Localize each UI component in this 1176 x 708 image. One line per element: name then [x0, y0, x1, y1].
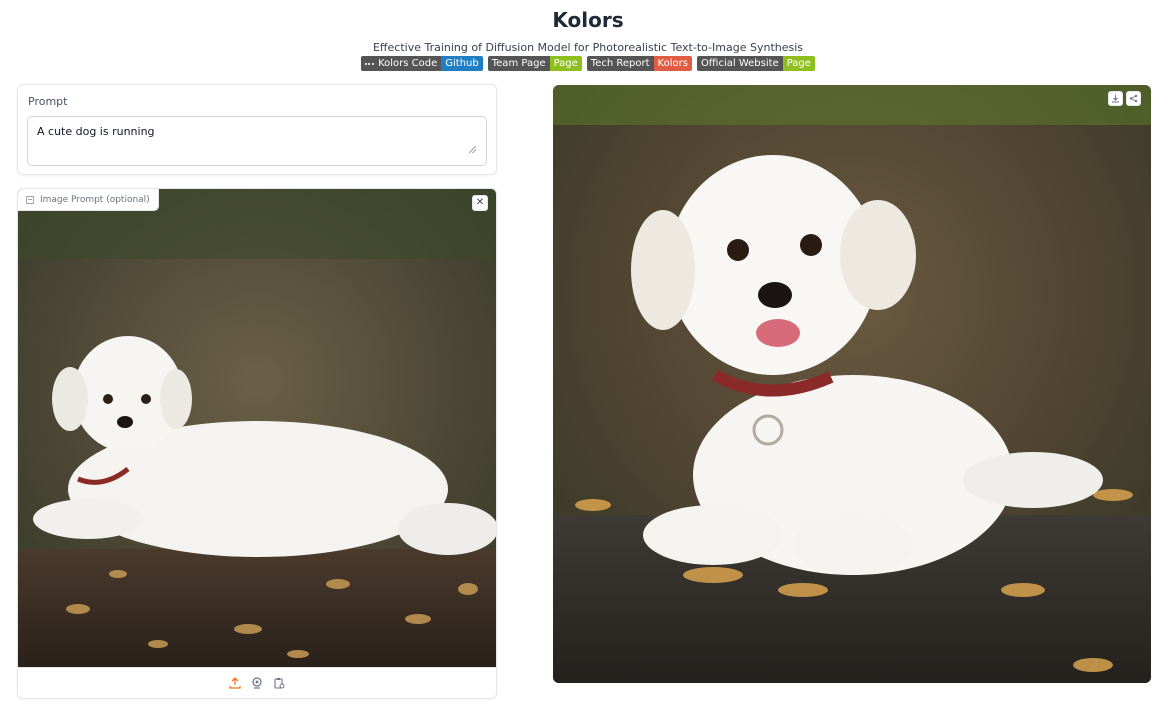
share-icon[interactable] [1126, 91, 1141, 106]
image-prompt-label-text: Image Prompt (optional) [40, 194, 150, 205]
image-icon [26, 195, 34, 204]
image-prompt-panel: Image Prompt (optional) ✕ [17, 188, 497, 699]
close-icon[interactable]: ✕ [472, 195, 488, 211]
badge-value: Kolors [653, 56, 692, 71]
team-page-badge[interactable]: Team Page Page [487, 56, 582, 71]
badge-value: Page [549, 56, 582, 71]
badge-label: Official Website [696, 56, 783, 71]
badge-value: Github [441, 56, 483, 71]
badge-label: Tech Report [586, 56, 654, 71]
badge-label: Team Page [487, 56, 550, 71]
badge-row: Kolors Code Github Team Page Page Tech R… [0, 56, 1176, 71]
output-image [553, 85, 1151, 683]
webcam-icon[interactable] [250, 676, 264, 690]
badge-label: Kolors Code [378, 58, 438, 69]
tech-report-badge[interactable]: Tech Report Kolors [586, 56, 692, 71]
badge-value: Page [782, 56, 815, 71]
prompt-panel: Prompt A cute dog is running [17, 84, 497, 175]
output-actions [1108, 91, 1141, 106]
download-icon[interactable] [1108, 91, 1123, 106]
github-icon [365, 62, 375, 65]
input-image [18, 189, 496, 667]
prompt-label: Prompt [28, 95, 68, 108]
app-subtitle: Effective Training of Diffusion Model fo… [372, 41, 804, 54]
image-prompt-label: Image Prompt (optional) [18, 189, 159, 211]
upload-icon[interactable] [228, 676, 242, 690]
kolors-code-badge[interactable]: Kolors Code Github [361, 56, 483, 71]
prompt-textarea[interactable]: A cute dog is running [27, 116, 487, 166]
clipboard-icon[interactable] [272, 676, 286, 690]
official-website-badge[interactable]: Official Website Page [696, 56, 815, 71]
image-toolbar [18, 667, 496, 698]
app-title: Kolors [552, 8, 624, 32]
